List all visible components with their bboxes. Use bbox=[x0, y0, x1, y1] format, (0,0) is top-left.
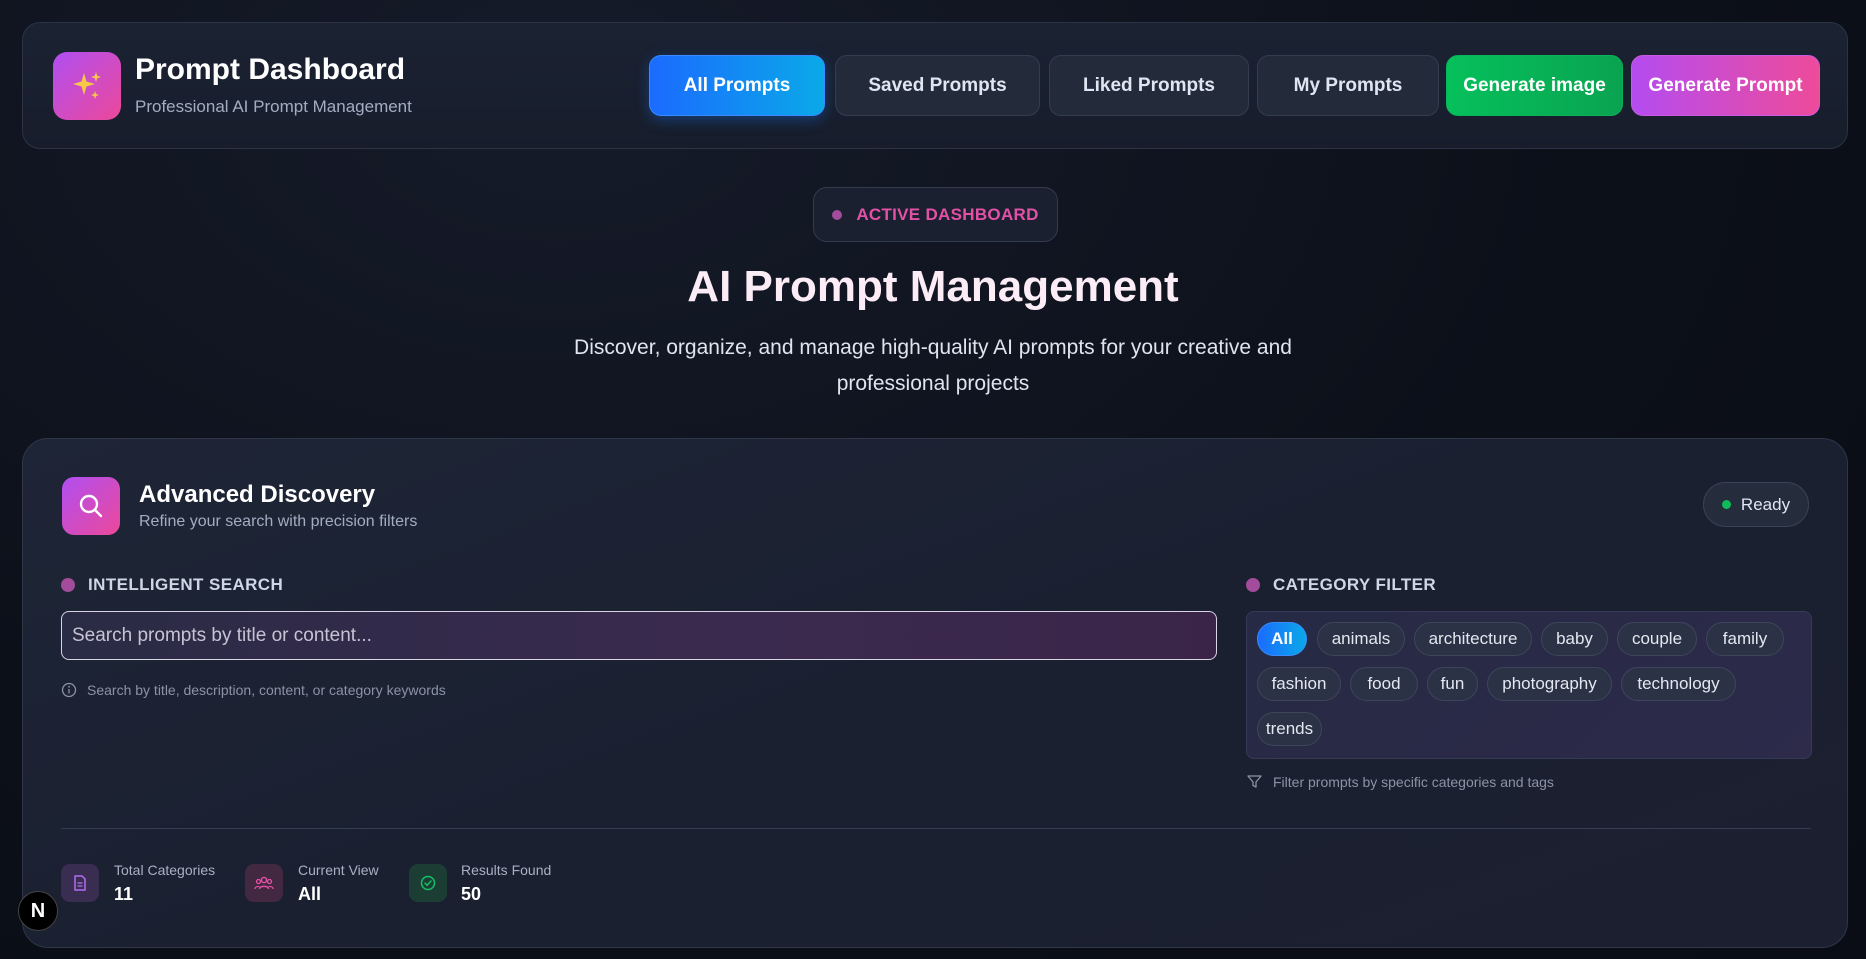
stat-label: Current View bbox=[298, 862, 379, 878]
category-chip-food[interactable]: food bbox=[1350, 667, 1418, 701]
category-chip-trends[interactable]: trends bbox=[1257, 712, 1322, 746]
category-section-label: CATEGORY FILTER bbox=[1246, 575, 1436, 595]
document-icon bbox=[74, 875, 86, 891]
category-chip-fashion[interactable]: fashion bbox=[1257, 667, 1341, 701]
stat-value: 11 bbox=[114, 884, 134, 904]
discovery-panel: Advanced Discovery Refine your search wi… bbox=[22, 438, 1848, 948]
search-input[interactable] bbox=[61, 611, 1217, 660]
category-hint: Filter prompts by specific categories an… bbox=[1246, 773, 1554, 790]
stat-label: Results Found bbox=[461, 862, 552, 878]
app-logo bbox=[53, 52, 121, 120]
active-dashboard-badge: ACTIVE DASHBOARD bbox=[813, 187, 1058, 242]
search-hint-text: Search by title, description, content, o… bbox=[87, 682, 446, 698]
app-title: Prompt Dashboard bbox=[135, 53, 406, 86]
category-chip-container: All animals architecture baby couple fam… bbox=[1246, 611, 1812, 759]
category-chip-all[interactable]: All bbox=[1257, 622, 1307, 656]
category-chip-couple[interactable]: couple bbox=[1617, 622, 1697, 656]
top-header: Prompt Dashboard Professional AI Prompt … bbox=[22, 22, 1848, 149]
search-icon bbox=[79, 494, 103, 518]
stat-categories-icon-box bbox=[61, 864, 99, 902]
generate-prompt-button[interactable]: Generate Prompt bbox=[1631, 55, 1820, 116]
check-circle-icon bbox=[420, 875, 436, 891]
users-icon bbox=[254, 876, 274, 890]
generate-image-button[interactable]: Generate image bbox=[1446, 55, 1623, 116]
stat-value: All bbox=[298, 884, 322, 904]
status-dot bbox=[1721, 500, 1731, 509]
category-chip-baby[interactable]: baby bbox=[1541, 622, 1608, 656]
page-description: Discover, organize, and manage high-qual… bbox=[574, 336, 1292, 395]
search-section-label: INTELLIGENT SEARCH bbox=[61, 575, 283, 595]
discovery-subtitle: Refine your search with precision filter… bbox=[139, 513, 418, 530]
badge-dot bbox=[832, 209, 843, 220]
category-chip-animals[interactable]: animals bbox=[1317, 622, 1405, 656]
section-dot bbox=[1246, 578, 1260, 592]
category-chip-fun[interactable]: fun bbox=[1427, 667, 1478, 701]
search-label-text: INTELLIGENT SEARCH bbox=[88, 575, 284, 594]
sparkles-icon bbox=[73, 72, 101, 99]
filter-icon bbox=[1247, 775, 1262, 788]
category-chip-photography[interactable]: photography bbox=[1487, 667, 1612, 701]
stat-results-icon-box bbox=[409, 864, 447, 902]
nav-my-prompts-button[interactable]: My Prompts bbox=[1257, 55, 1439, 116]
nav-liked-prompts-button[interactable]: Liked Prompts bbox=[1049, 55, 1249, 116]
stat-view-icon-box bbox=[245, 864, 283, 902]
status-badge: Ready bbox=[1703, 482, 1809, 527]
app-subtitle: Professional AI Prompt Management bbox=[135, 97, 412, 116]
discovery-icon-box bbox=[62, 477, 120, 535]
discovery-title: Advanced Discovery bbox=[139, 481, 376, 508]
nav-saved-prompts-button[interactable]: Saved Prompts bbox=[835, 55, 1040, 116]
search-hint: Search by title, description, content, o… bbox=[61, 682, 446, 698]
category-chip-family[interactable]: family bbox=[1706, 622, 1784, 656]
category-label-text: CATEGORY FILTER bbox=[1273, 575, 1437, 594]
dev-tools-badge[interactable]: N bbox=[18, 891, 58, 931]
nav-all-prompts-button[interactable]: All Prompts bbox=[649, 55, 825, 116]
category-chip-architecture[interactable]: architecture bbox=[1414, 622, 1532, 656]
category-chip-technology[interactable]: technology bbox=[1621, 667, 1736, 701]
panel-divider bbox=[61, 828, 1811, 829]
status-text: Ready bbox=[1740, 494, 1791, 514]
stat-label: Total Categories bbox=[114, 862, 216, 878]
page-title: AI Prompt Management bbox=[687, 262, 1179, 311]
stat-value: 50 bbox=[461, 884, 482, 904]
info-icon bbox=[61, 682, 77, 698]
category-hint-text: Filter prompts by specific categories an… bbox=[1273, 773, 1554, 790]
badge-text: ACTIVE DASHBOARD bbox=[856, 204, 1039, 224]
section-dot bbox=[61, 578, 75, 592]
